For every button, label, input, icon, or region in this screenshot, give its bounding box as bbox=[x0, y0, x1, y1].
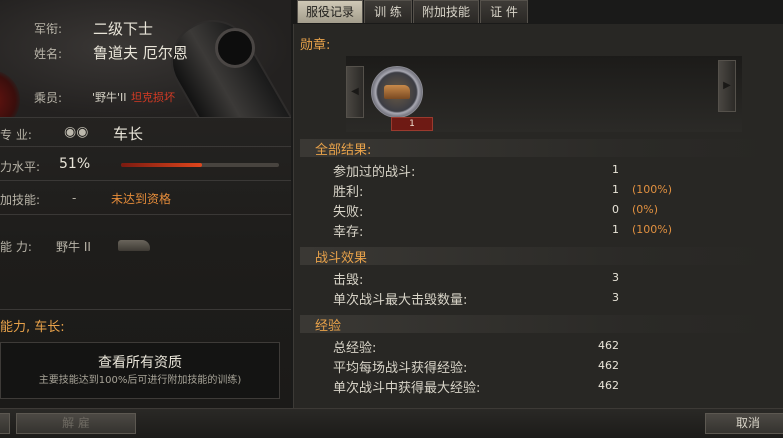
specialty-label: 专 业: bbox=[0, 128, 32, 142]
stat-label: 单次战斗最大击毁数量: bbox=[333, 293, 468, 308]
specialty-value: 车长 bbox=[113, 125, 144, 143]
battle-header-bg bbox=[300, 247, 770, 265]
skill-value: 51% bbox=[59, 156, 91, 172]
medal-tank-icon bbox=[384, 85, 410, 99]
extra-skill-dash: - bbox=[72, 191, 77, 205]
view-all-subtitle: 主要技能达到100%后可进行附加技能的训练) bbox=[38, 375, 242, 386]
stat-label: 胜利: bbox=[333, 185, 364, 200]
divider bbox=[0, 117, 291, 118]
divider bbox=[0, 146, 291, 147]
skill-label: 力水平: bbox=[0, 160, 41, 174]
member-vehicle: '野牛'II bbox=[92, 91, 127, 104]
divider bbox=[0, 309, 291, 310]
name-label: 姓名: bbox=[34, 47, 63, 61]
rank-label: 军衔: bbox=[34, 22, 63, 36]
cancel-button[interactable]: 取消 bbox=[705, 413, 783, 434]
exp-title: 经验 bbox=[315, 319, 342, 334]
member-label: 乘员: bbox=[34, 91, 63, 105]
medal-count-badge: 1 bbox=[391, 117, 433, 131]
extra-skill-label: 加技能: bbox=[0, 193, 41, 207]
divider bbox=[0, 180, 291, 181]
name-value: 鲁道夫 厄尔恩 bbox=[93, 44, 188, 62]
ability-heading: 能力, 车长: bbox=[0, 320, 65, 335]
results-title: 全部结果: bbox=[315, 143, 372, 158]
ability-label: 能 力: bbox=[0, 240, 32, 254]
stat-percent: (100%) bbox=[632, 183, 673, 196]
skill-progress-fill bbox=[121, 163, 202, 167]
stat-label: 单次战斗中获得最大经验: bbox=[333, 381, 481, 396]
medals-next-button[interactable]: ▶ bbox=[718, 60, 736, 112]
view-all-qualifications-button[interactable]: 查看所有资质 主要技能达到100%后可进行附加技能的训练) bbox=[0, 342, 280, 399]
stat-percent: (0%) bbox=[632, 203, 659, 216]
stat-percent: (100%) bbox=[632, 223, 673, 236]
stat-label: 总经验: bbox=[333, 341, 377, 356]
exp-header-bg bbox=[300, 315, 770, 333]
tab-training[interactable]: 训 练 bbox=[364, 0, 412, 23]
portrait-fragment bbox=[0, 70, 20, 118]
stat-value: 0 bbox=[612, 203, 619, 216]
divider bbox=[0, 214, 291, 215]
tank-icon bbox=[118, 240, 150, 251]
stat-label: 击毁: bbox=[333, 273, 364, 288]
extra-skill-value: 未达到资格 bbox=[111, 192, 172, 206]
stat-value: 462 bbox=[598, 359, 619, 372]
stat-value: 3 bbox=[612, 291, 619, 304]
strap-button-icon bbox=[215, 28, 255, 68]
battle-title: 战斗效果 bbox=[315, 251, 368, 266]
view-all-title: 查看所有资质 bbox=[98, 355, 182, 371]
binoculars-icon: ◉◉ bbox=[64, 124, 89, 140]
stat-label: 失败: bbox=[333, 205, 364, 220]
dismiss-button[interactable]: 解 雇 bbox=[16, 413, 136, 434]
tab-service-record[interactable]: 服役记录 bbox=[297, 0, 363, 23]
stat-value: 1 bbox=[612, 163, 619, 176]
stat-label: 参加过的战斗: bbox=[333, 165, 416, 180]
stat-label: 幸存: bbox=[333, 225, 364, 240]
tab-documents[interactable]: 证 件 bbox=[480, 0, 528, 23]
tab-extra-skills[interactable]: 附加技能 bbox=[413, 0, 479, 23]
ability-vehicle: 野牛 II bbox=[56, 240, 91, 254]
stat-value: 3 bbox=[612, 271, 619, 284]
stat-value: 462 bbox=[598, 379, 619, 392]
medal-icon[interactable] bbox=[371, 66, 423, 118]
stat-value: 1 bbox=[612, 223, 619, 236]
stat-label: 平均每场战斗获得经验: bbox=[333, 361, 468, 376]
rank-value: 二级下士 bbox=[93, 20, 154, 38]
medals-label: 勋章: bbox=[300, 38, 331, 53]
stat-value: 1 bbox=[612, 183, 619, 196]
medals-prev-button[interactable]: ◀ bbox=[346, 66, 364, 118]
footer-left-button[interactable] bbox=[0, 413, 10, 434]
crew-info-panel: 军衔: 二级下士 姓名: 鲁道夫 厄尔恩 乘员: '野牛'II 坦克损坏 专 业… bbox=[0, 0, 291, 408]
stat-value: 462 bbox=[598, 339, 619, 352]
member-status: 坦克损坏 bbox=[131, 91, 175, 104]
